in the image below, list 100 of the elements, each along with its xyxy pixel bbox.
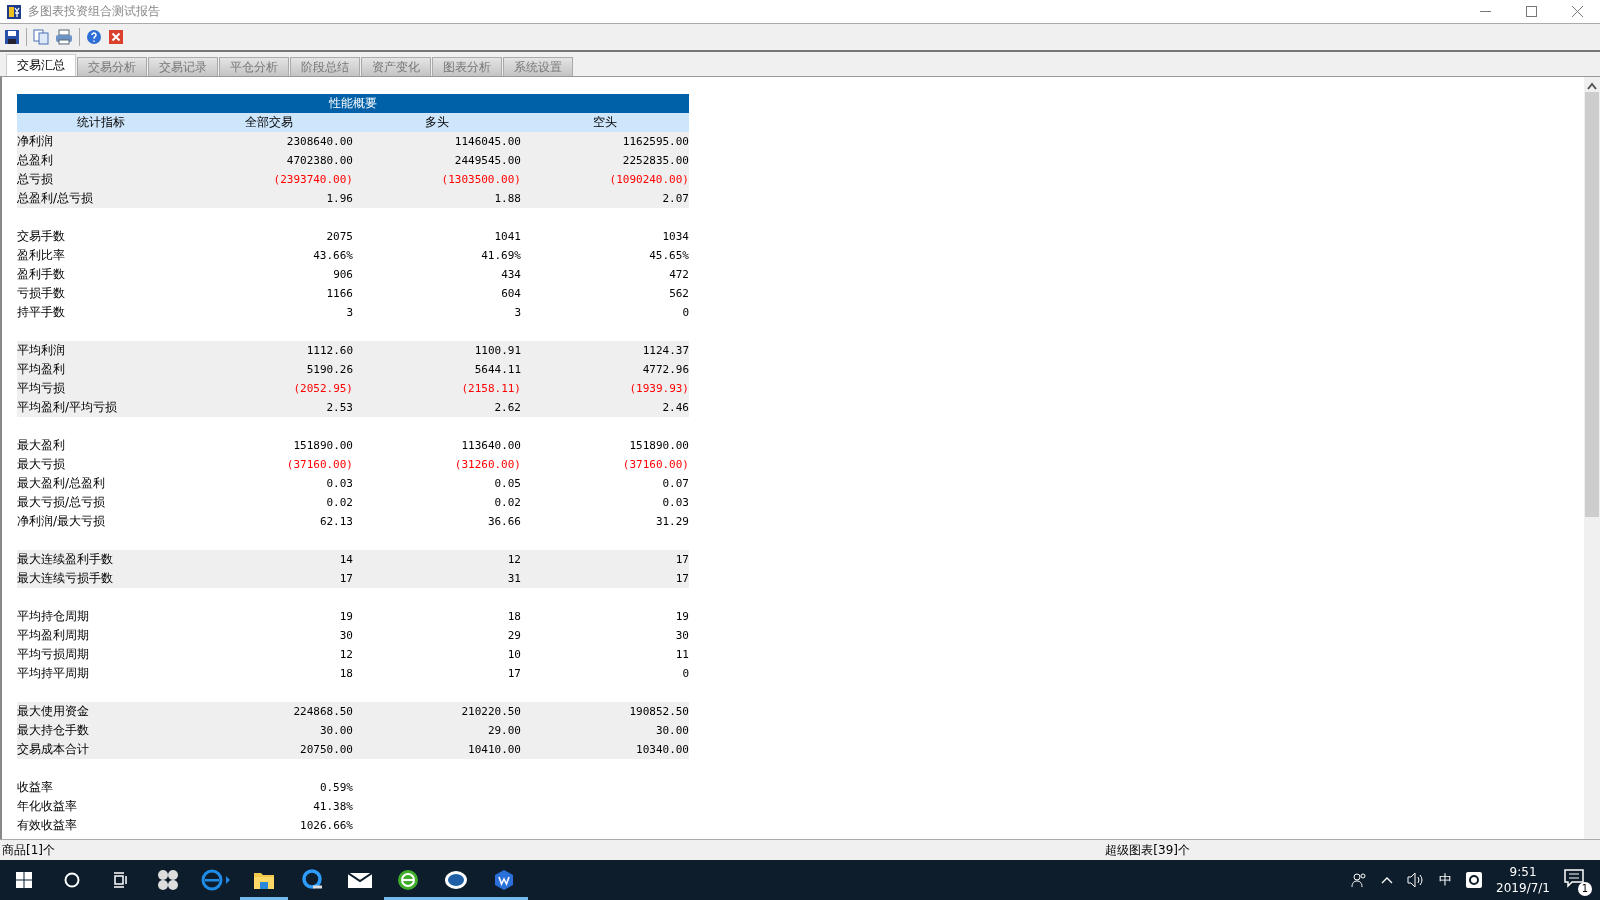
clock-time[interactable]: 9:51: [1509, 864, 1537, 880]
tab[interactable]: 交易汇总: [6, 54, 76, 76]
table-cell-text: 3: [345, 305, 353, 321]
tab[interactable]: 阶段总结: [290, 57, 360, 76]
mail-icon[interactable]: [348, 871, 372, 889]
app-icon: [6, 3, 22, 20]
scrollbar[interactable]: [1584, 77, 1600, 839]
table-cell-text: 0.02: [325, 495, 353, 511]
table-cell-text: 1034: [661, 229, 689, 245]
table-cell-text: (37160.00): [285, 457, 353, 473]
browser-icon[interactable]: [201, 869, 231, 891]
table-cell-text: 0: [681, 666, 689, 682]
table-cell-text: (1303500.00): [440, 172, 521, 188]
table-cell-text: 持平手数: [17, 304, 66, 321]
print-icon[interactable]: [55, 29, 73, 45]
tab[interactable]: 交易分析: [77, 57, 147, 76]
clock-date[interactable]: 2019/7/1: [1496, 880, 1550, 896]
tray-app-icon[interactable]: [1466, 872, 1483, 888]
globe-icon[interactable]: [397, 869, 419, 891]
table-cell-text: 2075: [325, 229, 353, 245]
input-method-indicator[interactable]: 中: [1439, 871, 1453, 889]
notification-badge: 1: [1578, 882, 1592, 896]
folder-icon[interactable]: [253, 870, 275, 890]
table-cell-text: 4702380.00: [285, 153, 353, 169]
table-cell-text: 1146045.00: [453, 134, 521, 150]
table-cell-text: 12: [338, 647, 353, 663]
table-cell-text: 总亏损: [17, 171, 54, 188]
table-cell-text: 210220.50: [460, 704, 521, 720]
copy-icon[interactable]: [33, 29, 49, 45]
table-cell-text: 30: [338, 628, 353, 644]
column-header: 全部交易: [185, 113, 353, 132]
close-icon[interactable]: [108, 29, 124, 45]
pinwheel-icon[interactable]: [157, 869, 179, 891]
table-cell-text: 30.00: [318, 723, 353, 739]
save-icon[interactable]: [4, 29, 20, 45]
table-cell-text: 10340.00: [635, 742, 689, 758]
table-cell-text: 19: [674, 609, 689, 625]
table-cell-text: 最大使用资金: [17, 703, 90, 720]
table-cell-text: 0.02: [493, 495, 521, 511]
table-cell-text: 平均亏损周期: [17, 646, 90, 663]
table-cell-text: 2.53: [325, 400, 353, 416]
tab[interactable]: 资产变化: [361, 57, 431, 76]
table-cell-text: 0.07: [661, 476, 689, 492]
close-icon[interactable]: [1571, 6, 1583, 17]
minimize-icon[interactable]: [1479, 10, 1491, 13]
table-cell-text: (31260.00): [453, 457, 521, 473]
people-icon[interactable]: [1351, 872, 1368, 888]
table-cell-text: 交易手数: [17, 228, 66, 245]
table-cell-text: 收益率: [17, 779, 54, 796]
table-cell-text: 29.00: [486, 723, 521, 739]
table-cell-text: 2252835.00: [621, 153, 689, 169]
speaker-icon[interactable]: [1407, 872, 1426, 888]
table-cell-text: 1124.37: [641, 343, 689, 359]
table-cell-text: 113640.00: [460, 438, 521, 454]
table-cell-text: 亏损手数: [17, 285, 66, 302]
tab[interactable]: 图表分析: [432, 57, 502, 76]
table-cell-text: 交易成本合计: [17, 741, 90, 758]
table-cell-text: 平均持平周期: [17, 665, 90, 682]
status-text: 商品[1]个: [1, 841, 56, 859]
table-cell-text: 0.05: [493, 476, 521, 492]
table-cell-text: 41.69%: [480, 248, 521, 264]
search-icon[interactable]: [301, 869, 323, 891]
table-cell-text: 17: [338, 571, 353, 587]
table-cell-text: (37160.00): [621, 457, 689, 473]
table-cell-text: 18: [338, 666, 353, 682]
app-icon[interactable]: [493, 869, 515, 891]
table-cell-text: 20750.00: [299, 742, 353, 758]
table-cell-text: 604: [500, 286, 521, 302]
column-header: 多头: [353, 113, 521, 132]
table-cell-text: 年化收益率: [17, 798, 78, 815]
table-cell-text: 最大亏损/总亏损: [17, 494, 107, 511]
table-cell-text: 906: [332, 267, 353, 283]
app-icon[interactable]: [444, 870, 468, 890]
column-header: 空头: [521, 113, 689, 132]
table-cell-text: 2308640.00: [285, 134, 353, 150]
help-icon[interactable]: [86, 29, 102, 45]
chevron-up-icon[interactable]: [1381, 876, 1394, 884]
table-cell-text: 1112.60: [305, 343, 353, 359]
table-cell-text: 5644.11: [473, 362, 521, 378]
tab[interactable]: 系统设置: [503, 57, 573, 76]
maximize-icon[interactable]: [1525, 6, 1537, 17]
table-cell-text: 2449545.00: [453, 153, 521, 169]
table-cell-text: 最大持仓手数: [17, 722, 90, 739]
search-icon[interactable]: [64, 872, 80, 888]
table-cell-text: 151890.00: [628, 438, 689, 454]
table-cell-text: 平均亏损: [17, 380, 66, 397]
windows-icon[interactable]: [16, 872, 32, 888]
table-cell-text: (2052.95): [292, 381, 353, 397]
table-cell-text: 最大连续盈利手数: [17, 551, 114, 568]
table-cell-text: 最大连续亏损手数: [17, 570, 114, 587]
notification-icon[interactable]: [1564, 868, 1584, 888]
table-cell-text: 2.46: [661, 400, 689, 416]
table-cell-text: 17: [506, 666, 521, 682]
tab[interactable]: 平仓分析: [219, 57, 289, 76]
task-view-icon[interactable]: [112, 872, 128, 888]
table-cell-text: 30: [674, 628, 689, 644]
tab[interactable]: 交易记录: [148, 57, 218, 76]
table-cell-text: 31: [506, 571, 521, 587]
table-cell-text: 盈利手数: [17, 266, 66, 283]
scroll-up-icon[interactable]: [1587, 82, 1597, 90]
